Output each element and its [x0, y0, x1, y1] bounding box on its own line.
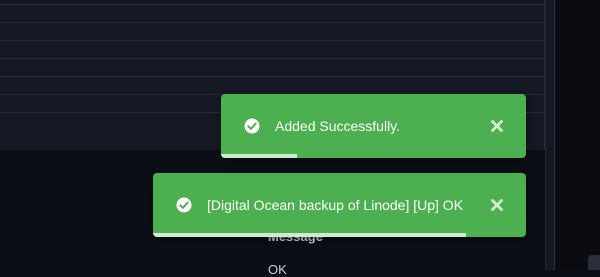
- toast-progress-bar: [153, 233, 467, 237]
- check-circle-icon: [244, 118, 260, 134]
- toast-notification[interactable]: Added Successfully.: [221, 94, 526, 158]
- toast-progress-bar: [221, 154, 298, 158]
- list-row-divider: [0, 4, 545, 5]
- modal-edge: [545, 0, 555, 270]
- toast-notification[interactable]: [Digital Ocean backup of Linode] [Up] OK: [153, 173, 526, 237]
- close-icon[interactable]: [489, 118, 505, 134]
- list-row-divider: [0, 22, 545, 23]
- check-circle-icon: [176, 197, 192, 213]
- toast-message: [Digital Ocean backup of Linode] [Up] OK: [207, 197, 464, 213]
- list-row-divider: [0, 76, 545, 77]
- list-row-divider: [0, 40, 545, 41]
- list-row-divider: [0, 58, 545, 59]
- close-icon[interactable]: [489, 197, 505, 213]
- scrollbar-thumb[interactable]: [588, 255, 600, 270]
- scrollbar-track: [555, 0, 600, 270]
- toast-message: Added Successfully.: [275, 118, 401, 134]
